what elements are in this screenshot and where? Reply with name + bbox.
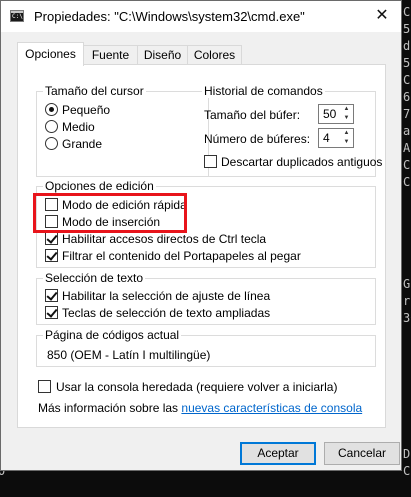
radio-large[interactable] bbox=[45, 137, 58, 150]
radio-medium-label[interactable]: Medio bbox=[62, 120, 95, 134]
buffer-count-label: Número de búferes: bbox=[204, 132, 311, 146]
buffer-size-label: Tamaño del búfer: bbox=[204, 108, 301, 122]
more-info-text: Más información sobre las nuevas caracte… bbox=[38, 401, 362, 415]
legacy-console-checkbox[interactable] bbox=[38, 380, 51, 393]
tab-fuente[interactable]: Fuente bbox=[83, 45, 138, 65]
tab-colores[interactable]: Colores bbox=[187, 45, 242, 65]
command-history-legend: Historial de comandos bbox=[202, 84, 325, 98]
text-selection-legend: Selección de texto bbox=[43, 271, 146, 285]
insert-mode-label[interactable]: Modo de inserción bbox=[62, 215, 160, 229]
text-selection-group: Selección de texto Habilitar la selecció… bbox=[36, 271, 376, 325]
tab-opciones[interactable]: Opciones bbox=[17, 42, 84, 66]
new-console-features-link[interactable]: nuevas características de consola bbox=[181, 401, 362, 415]
cursor-size-legend: Tamaño del cursor bbox=[43, 84, 146, 98]
codepage-value: 850 (OEM - Latín I multilingüe) bbox=[47, 348, 211, 362]
more-info-prefix: Más información sobre las bbox=[38, 401, 182, 415]
chevron-down-icon[interactable]: ▼ bbox=[340, 138, 353, 147]
chevron-up-icon[interactable]: ▲ bbox=[340, 105, 353, 114]
properties-dialog: C:\ Propiedades: "C:\Windows\system32\cm… bbox=[0, 0, 402, 471]
background-console-right: C 56 d 56 C 65 77 a A C C G rn 3Q D C bbox=[403, 5, 411, 478]
window-title: Propiedades: "C:\Windows\system32\cmd.ex… bbox=[34, 9, 305, 24]
accept-button[interactable]: Aceptar bbox=[240, 442, 316, 465]
options-panel: Tamaño del cursor Pequeño Medio Grande H… bbox=[17, 64, 386, 428]
cursor-size-group: Tamaño del cursor Pequeño Medio Grande bbox=[36, 84, 209, 177]
filter-clipboard-label[interactable]: Filtrar el contenido del Portapapeles al… bbox=[62, 249, 301, 263]
discard-duplicates-label[interactable]: Descartar duplicados antiguos bbox=[221, 155, 382, 169]
extended-selection-keys-checkbox[interactable] bbox=[45, 306, 58, 319]
quick-edit-checkbox[interactable] bbox=[45, 198, 58, 211]
tab-diseno[interactable]: Diseño bbox=[137, 45, 188, 65]
edit-options-legend: Opciones de edición bbox=[43, 179, 156, 193]
title-bar: C:\ Propiedades: "C:\Windows\system32\cm… bbox=[1, 1, 401, 32]
close-icon[interactable]: ✕ bbox=[371, 5, 393, 27]
extended-selection-keys-label[interactable]: Teclas de selección de texto ampliadas bbox=[62, 306, 270, 320]
cancel-button[interactable]: Cancelar bbox=[324, 442, 400, 465]
radio-large-label[interactable]: Grande bbox=[62, 137, 102, 151]
filter-clipboard-checkbox[interactable] bbox=[45, 249, 58, 262]
cmd-app-icon: C:\ bbox=[10, 10, 24, 22]
line-wrap-selection-label[interactable]: Habilitar la selección de ajuste de líne… bbox=[62, 289, 270, 303]
quick-edit-label[interactable]: Modo de edición rápida bbox=[62, 198, 187, 212]
line-wrap-selection-checkbox[interactable] bbox=[45, 289, 58, 302]
radio-small-label[interactable]: Pequeño bbox=[62, 103, 110, 117]
chevron-down-icon[interactable]: ▼ bbox=[340, 114, 353, 123]
buffer-size-stepper[interactable]: ▲ ▼ bbox=[318, 104, 354, 124]
discard-duplicates-checkbox[interactable] bbox=[204, 155, 217, 168]
command-history-group: Historial de comandos Tamaño del búfer: … bbox=[196, 84, 382, 177]
codepage-legend: Página de códigos actual bbox=[43, 328, 182, 342]
radio-medium[interactable] bbox=[45, 120, 58, 133]
ctrl-shortcuts-label[interactable]: Habilitar accesos directos de Ctrl tecla bbox=[62, 232, 266, 246]
legacy-console-label[interactable]: Usar la consola heredada (requiere volve… bbox=[56, 380, 337, 394]
codepage-group: Página de códigos actual 850 (OEM - Latí… bbox=[36, 328, 376, 367]
ctrl-shortcuts-checkbox[interactable] bbox=[45, 232, 58, 245]
buffer-count-stepper[interactable]: ▲ ▼ bbox=[318, 128, 354, 148]
radio-small[interactable] bbox=[45, 103, 58, 116]
insert-mode-checkbox[interactable] bbox=[45, 215, 58, 228]
edit-options-group: Opciones de edición Modo de edición rápi… bbox=[36, 179, 376, 268]
chevron-up-icon[interactable]: ▲ bbox=[340, 129, 353, 138]
